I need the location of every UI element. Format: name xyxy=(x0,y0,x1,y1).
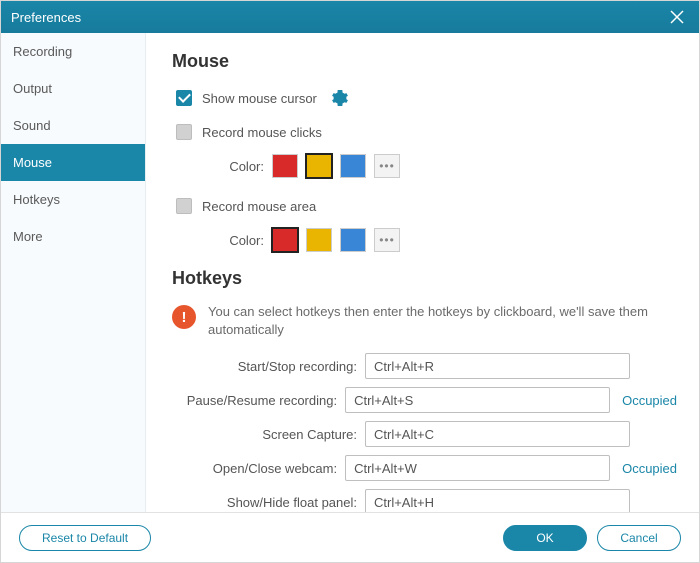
hk-status-webcam: Occupied xyxy=(622,461,677,476)
sidebar-item-mouse[interactable]: Mouse xyxy=(1,144,145,181)
sidebar-item-hotkeys[interactable]: Hotkeys xyxy=(1,181,145,218)
cancel-button[interactable]: Cancel xyxy=(597,525,681,551)
hk-label-start-stop: Start/Stop recording: xyxy=(172,359,357,374)
hk-input-start-stop[interactable] xyxy=(365,353,630,379)
titlebar: Preferences xyxy=(1,1,699,33)
hk-label-pause-resume: Pause/Resume recording: xyxy=(172,393,337,408)
area-color-red[interactable] xyxy=(272,228,298,252)
record-area-checkbox[interactable] xyxy=(176,198,192,214)
sidebar-item-more[interactable]: More xyxy=(1,218,145,255)
hk-input-screen-capture[interactable] xyxy=(365,421,630,447)
footer: Reset to Default OK Cancel xyxy=(1,512,699,562)
area-color-yellow[interactable] xyxy=(306,228,332,252)
area-color-more-button[interactable]: ••• xyxy=(374,228,400,252)
record-clicks-checkbox[interactable] xyxy=(176,124,192,140)
hotkeys-heading: Hotkeys xyxy=(172,268,677,289)
sidebar-item-recording[interactable]: Recording xyxy=(1,33,145,70)
hotkeys-info-text: You can select hotkeys then enter the ho… xyxy=(208,303,677,339)
hk-status-pause-resume: Occupied xyxy=(622,393,677,408)
reset-to-default-button[interactable]: Reset to Default xyxy=(19,525,151,551)
record-area-label: Record mouse area xyxy=(202,199,316,214)
record-clicks-label: Record mouse clicks xyxy=(202,125,322,140)
area-color-blue[interactable] xyxy=(340,228,366,252)
mouse-heading: Mouse xyxy=(172,51,677,72)
clicks-color-yellow[interactable] xyxy=(306,154,332,178)
hk-input-float-panel[interactable] xyxy=(365,489,630,512)
info-icon: ! xyxy=(172,305,196,329)
sidebar: Recording Output Sound Mouse Hotkeys Mor… xyxy=(1,33,146,512)
clicks-color-more-button[interactable]: ••• xyxy=(374,154,400,178)
preferences-window: Preferences Recording Output Sound Mouse… xyxy=(0,0,700,563)
window-title: Preferences xyxy=(11,10,665,25)
hk-label-float-panel: Show/Hide float panel: xyxy=(172,495,357,510)
show-cursor-label: Show mouse cursor xyxy=(202,91,317,106)
hk-label-webcam: Open/Close webcam: xyxy=(172,461,337,476)
sidebar-item-sound[interactable]: Sound xyxy=(1,107,145,144)
content-pane: Mouse Show mouse cursor Record mouse cli… xyxy=(146,33,699,512)
hk-input-webcam[interactable] xyxy=(345,455,610,481)
clicks-color-blue[interactable] xyxy=(340,154,366,178)
show-cursor-checkbox[interactable] xyxy=(176,90,192,106)
clicks-color-red[interactable] xyxy=(272,154,298,178)
close-icon[interactable] xyxy=(665,5,689,29)
hk-input-pause-resume[interactable] xyxy=(345,387,610,413)
hk-label-screen-capture: Screen Capture: xyxy=(172,427,357,442)
area-color-label: Color: xyxy=(198,233,264,248)
sidebar-item-output[interactable]: Output xyxy=(1,70,145,107)
gear-icon[interactable] xyxy=(331,89,349,107)
ok-button[interactable]: OK xyxy=(503,525,587,551)
clicks-color-label: Color: xyxy=(198,159,264,174)
